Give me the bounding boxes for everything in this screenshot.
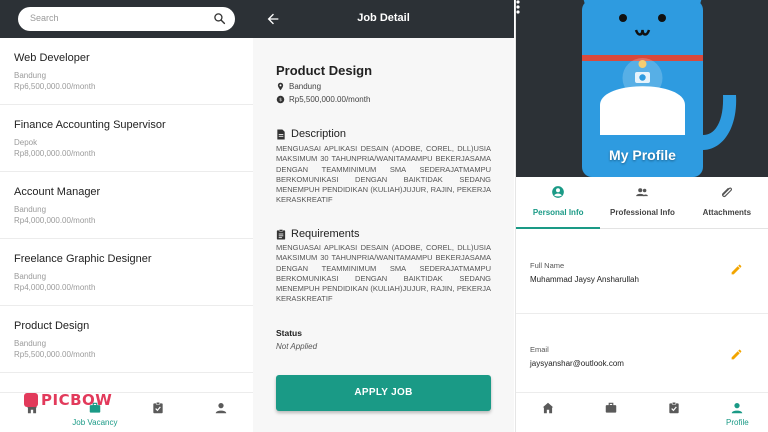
job-list: Web Developer Bandung Rp6,500,000.00/mon… (0, 38, 253, 373)
job-location: Bandung (14, 272, 47, 281)
nav-job-vacancy[interactable] (579, 393, 642, 432)
tab-label: Personal Info (532, 208, 584, 217)
tab-personal-info[interactable]: Personal Info (516, 177, 601, 229)
description-heading-text: Description (291, 128, 347, 140)
group-icon (636, 188, 649, 197)
job-title: Account Manager (14, 186, 101, 198)
more-vert-icon[interactable] (516, 0, 520, 14)
profile-screen: My Profile Personal Info Professional In… (515, 0, 768, 432)
person-icon (732, 403, 743, 414)
watermark: PICBOW (24, 390, 112, 410)
job-location: Depok (14, 138, 38, 147)
job-list-item[interactable]: Web Developer Bandung Rp6,500,000.00/mon… (0, 38, 253, 105)
nav-label-job-vacancy: Job Vacancy (72, 418, 118, 427)
tab-attachments[interactable]: Attachments (685, 177, 768, 228)
watermark-text: PICBOW (41, 391, 113, 409)
job-vacancy-screen: Search Web Developer Bandung Rp6,500,000… (0, 0, 253, 432)
job-salary: Rp4,000,000.00/month (14, 216, 96, 225)
job-list-item[interactable]: Finance Accounting Supervisor Depok Rp8,… (0, 105, 253, 172)
status-value: Not Applied (276, 342, 318, 351)
job-salary: Rp6,500,000.00/month (14, 82, 96, 91)
page-title: Job Detail (357, 12, 410, 24)
field-value-email: jaysyanshar@outlook.com (530, 359, 624, 368)
person-icon (216, 403, 227, 414)
job-title: Web Developer (14, 52, 90, 64)
svg-text:$: $ (279, 97, 282, 103)
job-location: Bandung (289, 82, 322, 91)
job-salary: Rp4,000,000.00/month (14, 283, 96, 292)
job-list-item[interactable]: Product Design Bandung Rp5,500,000.00/mo… (0, 306, 253, 373)
nav-applications[interactable] (643, 393, 706, 432)
app-bar: Job Detail (253, 0, 514, 38)
job-location: Bandung (14, 339, 47, 348)
bottom-navigation: Profile (516, 392, 768, 432)
assignment-icon (669, 401, 679, 414)
edit-pencil-icon[interactable] (730, 263, 743, 276)
search-icon[interactable] (213, 12, 226, 25)
clipboard-list-icon (276, 228, 286, 240)
nav-home[interactable] (516, 393, 579, 432)
search-placeholder: Search (30, 13, 59, 23)
location-pin-icon (277, 82, 284, 91)
document-icon (277, 128, 285, 140)
field-label-full-name: Full Name (530, 261, 565, 270)
job-salary-row: $ Rp5,500,000.00/month (276, 95, 370, 104)
requirements-heading: Requirements (276, 228, 359, 240)
profile-caption: My Profile (609, 147, 676, 163)
field-label-email: Email (530, 345, 549, 354)
search-input[interactable]: Search (18, 7, 235, 31)
apply-job-button[interactable]: APPLY JOB (276, 375, 491, 411)
requirements-heading-text: Requirements (291, 228, 360, 240)
job-title: Finance Accounting Supervisor (14, 119, 166, 131)
profile-cover-image: My Profile (516, 0, 768, 177)
assignment-icon (153, 401, 163, 414)
job-location-row: Bandung (276, 82, 321, 91)
field-value-full-name: Muhammad Jaysy Ansharullah (530, 275, 639, 284)
job-salary: Rp5,500,000.00/month (14, 350, 96, 359)
account-circle-icon (552, 186, 564, 198)
job-detail-screen: Job Detail Product Design Bandung $ Rp5,… (253, 0, 514, 432)
job-list-item[interactable]: Freelance Graphic Designer Bandung Rp4,0… (0, 239, 253, 306)
tab-label: Attachments (702, 208, 752, 217)
description-heading: Description (276, 128, 346, 140)
job-list-item[interactable]: Account Manager Bandung Rp4,000,000.00/m… (0, 172, 253, 239)
status-label: Status (276, 328, 302, 338)
active-tab-indicator (516, 227, 601, 229)
profile-tabs: Personal Info Professional Info Attachme… (516, 177, 768, 229)
home-icon (542, 402, 553, 414)
job-title: Freelance Graphic Designer (14, 253, 152, 265)
divider (516, 313, 768, 314)
job-salary: Rp8,000,000.00/month (14, 149, 96, 158)
job-title: Product Design (14, 320, 90, 332)
paperclip-icon (721, 187, 732, 198)
job-location: Bandung (14, 71, 47, 80)
nav-profile[interactable]: Profile (706, 393, 768, 432)
job-title: Product Design (276, 63, 373, 78)
job-salary: Rp5,500,000.00/month (289, 95, 371, 104)
money-icon: $ (276, 95, 285, 104)
requirements-text: Menguasai aplikasi desain (adobe, corel,… (276, 243, 491, 304)
nav-label-profile: Profile (726, 418, 749, 427)
nav-applications[interactable] (127, 393, 190, 432)
search-header: Search (0, 0, 253, 38)
briefcase-icon (605, 402, 617, 413)
nav-profile[interactable] (190, 393, 253, 432)
edit-pencil-icon[interactable] (730, 348, 743, 361)
tab-professional-info[interactable]: Professional Info (600, 177, 684, 228)
job-location: Bandung (14, 205, 47, 214)
watermark-logo (24, 393, 38, 407)
description-text: Menguasai aplikasi desain (adobe, corel,… (276, 144, 491, 205)
tab-label: Professional Info (610, 208, 675, 217)
